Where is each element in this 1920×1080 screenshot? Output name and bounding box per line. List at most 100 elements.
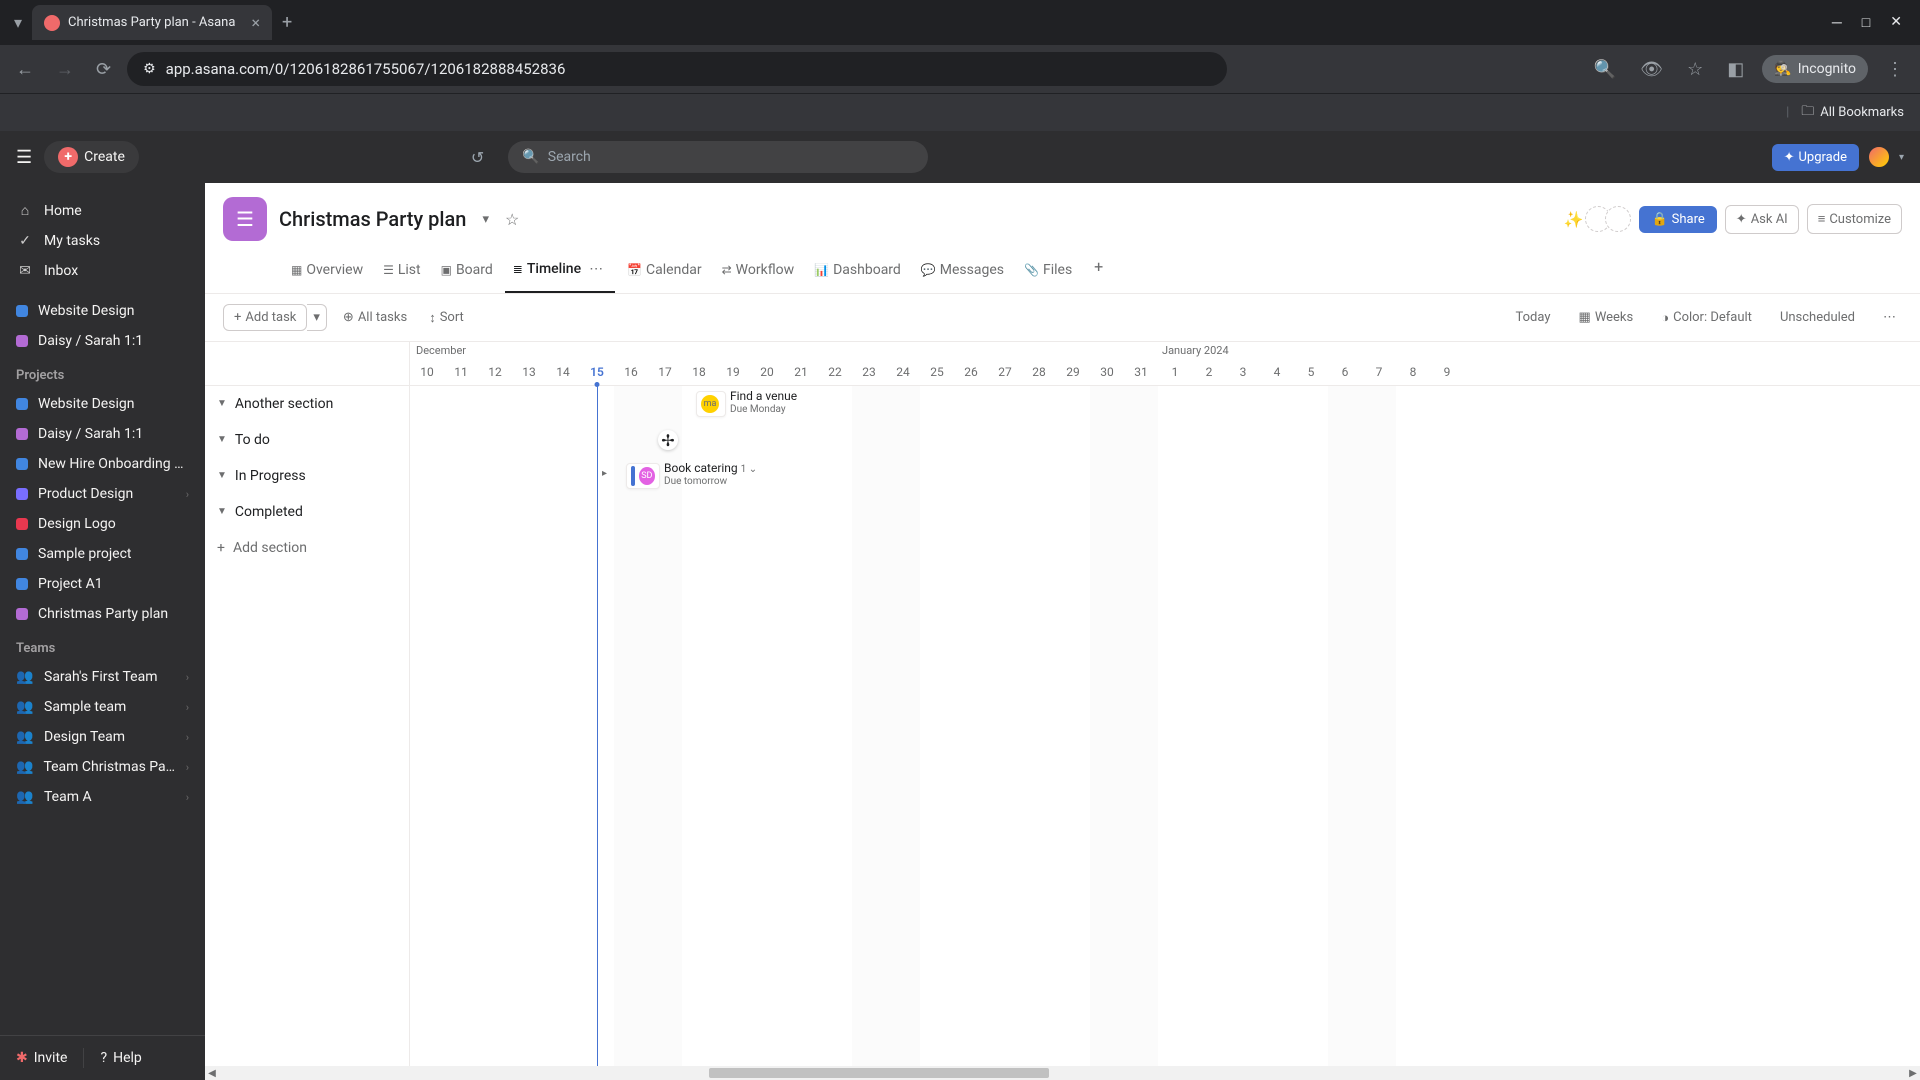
help-button[interactable]: ? Help — [100, 1050, 141, 1066]
menu-toggle-icon[interactable]: ☰ — [16, 147, 32, 168]
sidebar-project-item[interactable]: Product Design › — [0, 479, 205, 509]
sidebar-project-item[interactable]: Daisy / Sarah 1:1 — [0, 419, 205, 449]
customize-button[interactable]: ≡ Customize — [1807, 204, 1902, 234]
project-menu-chevron[interactable]: ▾ — [478, 208, 493, 231]
tab-files[interactable]: 📎 Files — [1016, 251, 1080, 293]
upgrade-button[interactable]: ✦ Upgrade — [1772, 144, 1859, 171]
section-lane[interactable]: ma Find a venue Due Monday — [410, 386, 1920, 422]
tab-messages[interactable]: 💬 Messages — [913, 251, 1012, 293]
tab-label: Workflow — [736, 262, 795, 278]
add-view-button[interactable]: + — [1084, 251, 1113, 293]
sidebar-project-item[interactable]: Website Design — [0, 389, 205, 419]
tab-calendar[interactable]: 📅 Calendar — [619, 251, 710, 293]
sidebar-recent-item[interactable]: Website Design — [0, 296, 205, 326]
project-title[interactable]: Christmas Party plan — [279, 207, 466, 231]
ai-sparkle-icon[interactable]: ✨ — [1564, 210, 1584, 229]
section-lane[interactable] — [410, 422, 1920, 458]
address-bar[interactable]: ⚙ app.asana.com/0/1206182861755067/12061… — [127, 52, 1227, 86]
today-button[interactable]: Today — [1510, 306, 1557, 329]
close-window-icon[interactable]: ✕ — [1890, 14, 1902, 31]
star-icon[interactable]: ☆ — [505, 210, 519, 229]
back-button[interactable]: ← — [10, 53, 40, 86]
teams-heading: Teams — [0, 629, 205, 662]
scroll-left-icon[interactable]: ◀ — [205, 1068, 219, 1079]
sidebar-project-item[interactable]: Project A1 — [0, 569, 205, 599]
reload-button[interactable]: ⟳ — [90, 53, 117, 86]
sort-button[interactable]: ↕ Sort — [423, 306, 470, 330]
task-label[interactable]: Book catering 1 ⌄ Due tomorrow — [664, 461, 757, 487]
sidebar-project-item[interactable]: Christmas Party plan — [0, 599, 205, 629]
chevron-down-icon[interactable]: ▾ — [1899, 152, 1904, 163]
sidebar-project-item[interactable]: Design Logo — [0, 509, 205, 539]
incognito-badge[interactable]: 🕵 Incognito — [1762, 55, 1868, 83]
url-text: app.asana.com/0/1206182861755067/1206182… — [166, 60, 566, 78]
sidebar-team-item[interactable]: 👥 Sample team › — [0, 692, 205, 722]
ask-ai-button[interactable]: ✦ Ask AI — [1725, 205, 1799, 234]
zoom-weeks[interactable]: ▦ Weeks — [1573, 306, 1640, 329]
tab-timeline[interactable]: ≣ Timeline ⋯ — [505, 251, 615, 293]
member-avatars[interactable] — [1591, 206, 1631, 232]
new-tab-button[interactable]: + — [272, 8, 302, 37]
horizontal-scrollbar[interactable]: ◀ ▶ — [205, 1066, 1920, 1080]
sidebar-team-item[interactable]: 👥 Team Christmas Party › — [0, 752, 205, 782]
tab-more-icon[interactable]: ⋯ — [585, 257, 607, 281]
user-avatar[interactable] — [1867, 145, 1891, 169]
search-input[interactable]: 🔍 Search — [508, 141, 928, 173]
close-tab-icon[interactable]: × — [251, 13, 260, 32]
unscheduled-button[interactable]: Unscheduled — [1774, 306, 1861, 329]
invite-button[interactable]: ✱ Invite — [16, 1050, 67, 1066]
sidebar-nav-inbox[interactable]: ✉ Inbox — [0, 256, 205, 286]
minimize-icon[interactable]: ─ — [1832, 14, 1842, 31]
maximize-icon[interactable]: □ — [1862, 14, 1870, 31]
create-button[interactable]: + Create — [44, 141, 139, 173]
assignee-avatar: SD — [639, 467, 655, 485]
collapse-icon[interactable]: ▼ — [217, 398, 227, 409]
section-row[interactable]: ▼ Another section — [205, 386, 409, 422]
section-row[interactable]: ▼ Completed — [205, 494, 409, 530]
task-bar[interactable]: ma — [696, 391, 726, 417]
tab-dashboard[interactable]: 📊 Dashboard — [806, 251, 909, 293]
tab-board[interactable]: ▣ Board — [433, 251, 501, 293]
add-task-button[interactable]: + Add task — [223, 304, 307, 331]
site-settings-icon[interactable]: ⚙ — [143, 61, 156, 77]
sidebar-project-item[interactable]: Sample project — [0, 539, 205, 569]
section-name: Completed — [235, 504, 303, 520]
side-panel-icon[interactable]: ◧ — [1721, 53, 1750, 86]
add-task-dropdown[interactable]: ▾ — [307, 304, 327, 331]
color-picker[interactable]: ◑ Color: Default — [1655, 306, 1758, 330]
sidebar-project-item[interactable]: New Hire Onboarding Ch... — [0, 449, 205, 479]
browser-menu-icon[interactable]: ⋮ — [1880, 53, 1910, 86]
share-button[interactable]: 🔒 Share — [1639, 206, 1716, 233]
tracking-icon[interactable]: 👁 — [1634, 53, 1669, 86]
tab-overview[interactable]: ▦ Overview — [283, 251, 371, 293]
task-bar[interactable]: SD — [626, 463, 660, 489]
sidebar-recent-item[interactable]: Daisy / Sarah 1:1 — [0, 326, 205, 356]
section-lane[interactable] — [410, 494, 1920, 530]
forward-button[interactable]: → — [50, 53, 80, 86]
task-label[interactable]: Find a venue Due Monday — [730, 389, 797, 415]
sidebar-nav-home[interactable]: ⌂ Home — [0, 195, 205, 226]
collapse-icon[interactable]: ▼ — [217, 434, 227, 445]
sidebar-team-item[interactable]: 👥 Team A › — [0, 782, 205, 812]
sidebar-team-item[interactable]: 👥 Sarah's First Team › — [0, 662, 205, 692]
history-icon[interactable]: ↺ — [471, 148, 484, 167]
tab-workflow[interactable]: ⇄ Workflow — [714, 251, 803, 293]
collapse-icon[interactable]: ▼ — [217, 506, 227, 517]
add-section-button[interactable]: + Add section — [205, 530, 409, 566]
browser-tab[interactable]: Christmas Party plan - Asana × — [32, 5, 272, 40]
tab-list[interactable]: ☰ List — [375, 251, 429, 293]
bookmark-star-icon[interactable]: ☆ — [1681, 53, 1709, 86]
all-bookmarks-button[interactable]: 🗀 All Bookmarks — [1801, 102, 1904, 124]
search-icon[interactable]: 🔍 — [1588, 53, 1622, 86]
section-row[interactable]: ▼ In Progress — [205, 458, 409, 494]
tab-list-dropdown[interactable]: ▾ — [8, 7, 28, 38]
add-task-cursor[interactable]: ✢ — [658, 430, 678, 450]
section-row[interactable]: ▼ To do — [205, 422, 409, 458]
sidebar-team-item[interactable]: 👥 Design Team › — [0, 722, 205, 752]
collapse-icon[interactable]: ▼ — [217, 470, 227, 481]
more-options-icon[interactable]: ⋯ — [1877, 306, 1902, 329]
scroll-right-icon[interactable]: ▶ — [1906, 1068, 1920, 1079]
filter-all-tasks[interactable]: ⊕ All tasks — [337, 306, 413, 329]
section-lane[interactable]: ▸ SD Book catering 1 ⌄ Due tomorrow — [410, 458, 1920, 494]
sidebar-nav-my-tasks[interactable]: ✓ My tasks — [0, 226, 205, 256]
